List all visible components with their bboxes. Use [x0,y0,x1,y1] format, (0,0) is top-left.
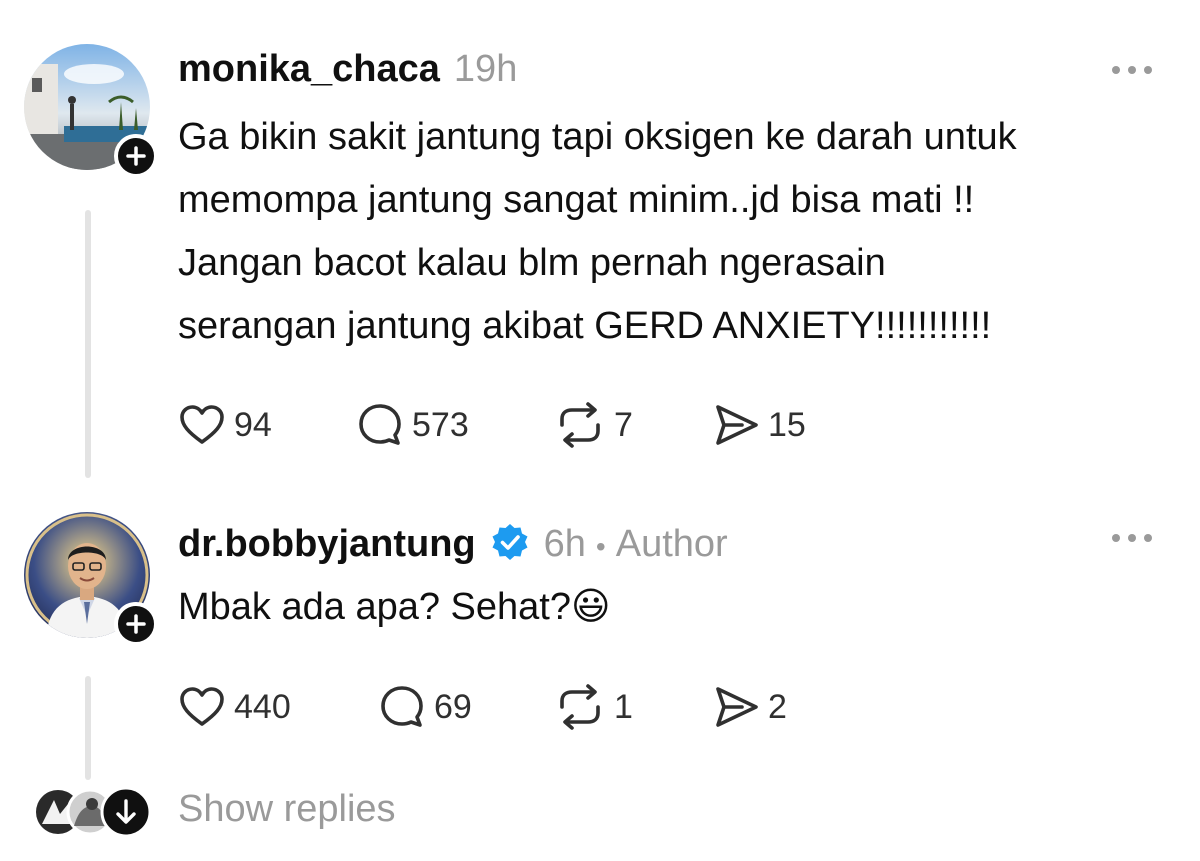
post-text: Mbak ada apa? Sehat?😃 [178,576,1158,639]
reply-avatars[interactable] [34,786,154,838]
text-line: serangan jantung akibat GERD ANXIETY!!!!… [178,305,992,347]
thread-line [85,210,91,478]
avatar-bobby[interactable] [24,512,158,646]
reply-button[interactable]: 573 [356,400,469,450]
avatar-monika[interactable] [24,44,158,178]
heart-icon [180,405,224,444]
reply-count: 573 [412,405,469,444]
share-count: 2 [768,687,787,726]
repost-button[interactable]: 1 [554,682,633,732]
thread-line [85,676,91,780]
post-bobby: dr.bobbyjantung 6h • Author Mbak ada apa… [0,480,1200,780]
more-icon[interactable] [1112,64,1152,76]
share-button[interactable]: 15 [712,400,806,450]
heart-icon [180,687,224,726]
reply-count: 69 [434,687,472,726]
post-header: monika_chaca 19h [178,48,517,91]
post-text: Ga bikin sakit jantung tapi oksigen ke d… [178,106,1158,358]
comment-icon [359,404,401,445]
repost-count: 1 [614,687,633,726]
post-header: dr.bobbyjantung 6h • Author [178,516,728,566]
show-replies-link[interactable]: Show replies [178,788,396,831]
username[interactable]: dr.bobbyjantung [178,523,476,566]
reply-button[interactable]: 69 [378,682,472,732]
send-icon [716,405,758,445]
timestamp: 19h [453,48,518,90]
text-line: Ga bikin sakit jantung tapi oksigen ke d… [178,116,1017,158]
send-icon [716,687,758,727]
meta-separator: • [595,531,606,562]
comment-icon [381,686,423,727]
text-line: Jangan bacot kalau blm pernah ngerasain [178,242,886,284]
verified-badge-icon [492,524,528,560]
repost-icon [560,684,600,730]
like-count: 440 [234,687,291,726]
like-button[interactable]: 94 [178,400,272,450]
like-button[interactable]: 440 [178,682,291,732]
username[interactable]: monika_chaca [178,48,440,91]
like-count: 94 [234,405,272,444]
timestamp: 6h [543,523,586,565]
plus-icon [126,146,146,166]
follow-button[interactable] [114,134,158,178]
author-tag: Author [615,523,728,565]
post-monika: monika_chaca 19h Ga bikin sakit jantung … [0,0,1200,480]
follow-button[interactable] [114,602,158,646]
text-line: memompa jantung sangat minim..jd bisa ma… [178,179,975,221]
more-icon[interactable] [1112,532,1152,544]
share-button[interactable]: 2 [712,682,787,732]
repost-count: 7 [614,405,633,444]
plus-icon [126,614,146,634]
repost-icon [560,402,600,448]
share-count: 15 [768,405,806,444]
text-line: Mbak ada apa? Sehat?😃 [178,586,611,628]
repost-button[interactable]: 7 [554,400,633,450]
